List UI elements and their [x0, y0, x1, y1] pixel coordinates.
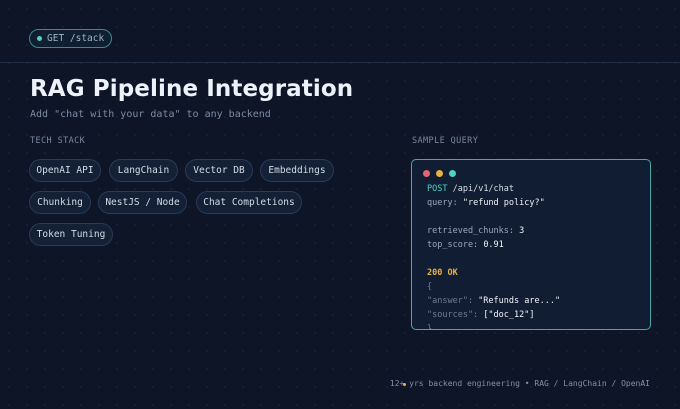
footer-dot-icon [402, 383, 406, 386]
minimize-dot-icon [436, 170, 443, 177]
page-title: RAG Pipeline Integration [30, 76, 354, 102]
chip-token-tuning: Token Tuning [29, 223, 113, 246]
answer-value: "Refunds are..." [478, 296, 561, 306]
chip-chunking: Chunking [29, 191, 91, 214]
maximize-dot-icon [449, 170, 456, 177]
sources-value: ["doc_12"] [483, 310, 535, 320]
request-method: POST [427, 184, 448, 194]
window-controls [423, 170, 456, 177]
sources-line: "sources": ["doc_12"] [427, 310, 535, 320]
retrieved-value: 3 [519, 226, 525, 236]
request-path: /api/v1/chat [452, 184, 515, 194]
query-value: "refund policy?" [462, 198, 545, 208]
sources-key: "sources": [427, 310, 479, 320]
answer-line: "answer": "Refunds are..." [427, 296, 560, 306]
tech-stack-label: TECH STACK [30, 136, 86, 146]
retrieved-key: retrieved_chunks: [427, 226, 514, 236]
chip-langchain: LangChain [109, 159, 178, 182]
chip-embeddings: Embeddings [260, 159, 334, 182]
retrieved-line: retrieved_chunks: 3 [427, 226, 524, 236]
score-line: top_score: 0.91 [427, 240, 504, 250]
brace-open: { [427, 282, 433, 292]
route-label: GET /stack [47, 33, 105, 44]
query-line: query: "refund policy?" [427, 198, 545, 208]
brace-close: } [427, 324, 433, 330]
close-dot-icon [423, 170, 430, 177]
chip-nestjs-node: NestJS / Node [98, 191, 187, 214]
request-line: POST /api/v1/chat [427, 184, 514, 194]
footer-text: 12+ yrs backend engineering • RAG / Lang… [389, 379, 650, 388]
route-pill: GET /stack [29, 29, 113, 48]
score-value: 0.91 [483, 240, 504, 250]
footer: 12+ yrs backend engineering • RAG / Lang… [390, 379, 650, 388]
sample-query-terminal: POST /api/v1/chat query: "refund policy?… [411, 159, 651, 330]
response-status: 200 OK [427, 268, 458, 278]
sample-query-label: SAMPLE QUERY [412, 136, 479, 146]
chip-openai-api: OpenAI API [29, 159, 101, 182]
chip-chat-completions: Chat Completions [196, 191, 302, 214]
status-dot-icon [37, 36, 42, 41]
answer-key: "answer": [427, 296, 474, 306]
score-key: top_score: [427, 240, 479, 250]
page-subtitle: Add "chat with your data" to any backend [30, 109, 271, 120]
header-divider [0, 62, 680, 63]
chip-vector-db: Vector DB [185, 159, 253, 182]
query-key: query: [427, 198, 458, 208]
